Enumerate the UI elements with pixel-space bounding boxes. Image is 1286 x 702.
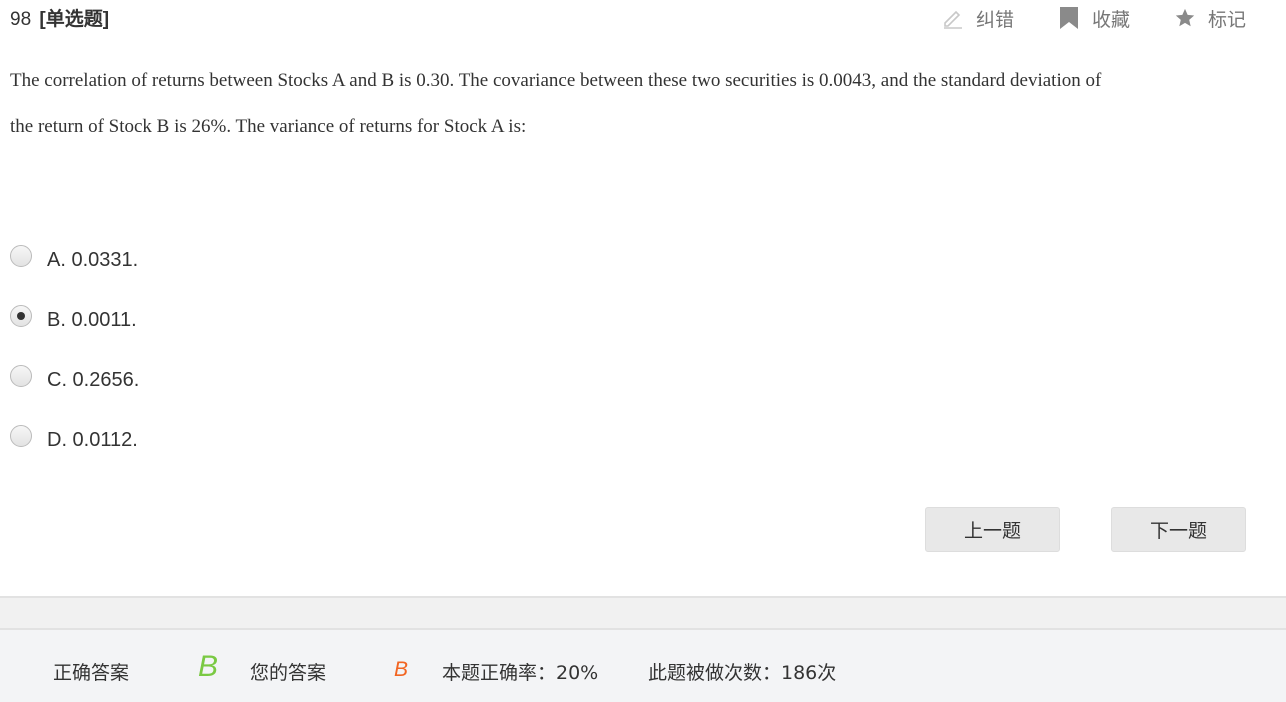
attempt-count: 此题被做次数：186次 <box>648 662 837 684</box>
your-answer-label: 您的答案 <box>250 662 327 684</box>
option-a-radio[interactable] <box>10 245 32 267</box>
bookmark-icon <box>1059 7 1078 29</box>
option-a[interactable]: A. 0.0331. <box>10 245 138 275</box>
mark-label: 标记 <box>1207 9 1246 31</box>
section-divider <box>0 596 1286 630</box>
favorite-button[interactable]: 收藏 <box>1058 5 1130 32</box>
question-stem: The correlation of returns between Stock… <box>10 58 1286 150</box>
question-type: [单选题] <box>39 9 110 30</box>
option-c[interactable]: C. 0.2656. <box>10 365 139 395</box>
question-header: 98 [单选题] <box>10 4 109 30</box>
report-error-button[interactable]: 纠错 <box>942 5 1014 32</box>
pencil-icon <box>943 10 962 29</box>
option-c-radio[interactable] <box>10 365 32 387</box>
option-d-radio[interactable] <box>10 425 32 447</box>
option-d[interactable]: D. 0.0112. <box>10 425 138 455</box>
next-question-button[interactable]: 下一题 <box>1111 507 1246 552</box>
correct-answer-value: B <box>198 650 219 683</box>
option-b-label: B. 0.0011. <box>47 308 137 331</box>
star-icon <box>1175 8 1195 27</box>
result-bar: 正确答案 B 您的答案 B 本题正确率：20% 此题被做次数：186次 <box>0 630 1286 702</box>
option-b-radio[interactable] <box>10 305 32 327</box>
mark-button[interactable]: 标记 <box>1174 5 1246 32</box>
prev-question-button[interactable]: 上一题 <box>925 507 1060 552</box>
accuracy-rate: 本题正确率：20% <box>442 662 599 684</box>
correct-answer-label: 正确答案 <box>53 662 130 684</box>
option-a-label: A. 0.0331. <box>47 248 139 271</box>
question-tools: 纠错 收藏 标记 <box>898 4 1246 32</box>
favorite-label: 收藏 <box>1091 9 1130 31</box>
your-answer-value: B <box>394 658 409 681</box>
question-number: 98 <box>10 9 32 30</box>
option-d-label: D. 0.0112. <box>47 428 138 451</box>
option-c-label: C. 0.2656. <box>47 368 140 391</box>
report-error-label: 纠错 <box>975 9 1014 31</box>
question-stem-line: the return of Stock B is 26%. The varian… <box>10 116 527 137</box>
option-b[interactable]: B. 0.0011. <box>10 305 137 335</box>
question-stem-line: The correlation of returns between Stock… <box>10 70 1102 91</box>
